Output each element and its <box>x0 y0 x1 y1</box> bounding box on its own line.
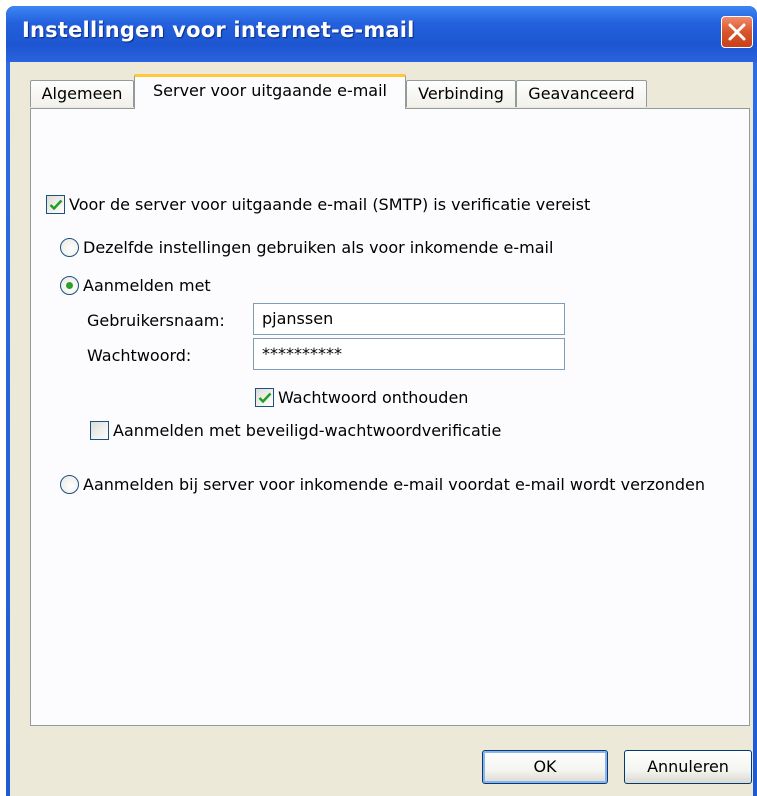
checkmark-icon <box>49 199 63 211</box>
same-settings-radio[interactable] <box>60 238 79 257</box>
smtp-auth-row[interactable]: Voor de server voor uitgaande e-mail (SM… <box>46 195 590 214</box>
remember-password-checkbox[interactable] <box>255 388 274 407</box>
password-input[interactable]: ********** <box>253 338 565 370</box>
password-label: Wachtwoord: <box>87 346 192 365</box>
username-label: Gebruikersnaam: <box>87 311 225 330</box>
close-button[interactable] <box>721 16 753 48</box>
same-settings-row[interactable]: Dezelfde instellingen gebruiken als voor… <box>60 238 553 257</box>
tab-panel-outgoing-server: Voor de server voor uitgaande e-mail (SM… <box>30 108 750 726</box>
spa-label: Aanmelden met beveiligd-wachtwoordverifi… <box>113 421 502 440</box>
login-incoming-first-row[interactable]: Aanmelden bij server voor inkomende e-ma… <box>60 475 705 494</box>
title-bar[interactable]: Instellingen voor internet-e-mail <box>6 6 757 62</box>
login-with-label: Aanmelden met <box>83 276 211 295</box>
smtp-auth-label: Voor de server voor uitgaande e-mail (SM… <box>69 195 591 214</box>
username-input[interactable]: pjanssen <box>253 303 565 335</box>
remember-password-row[interactable]: Wachtwoord onthouden <box>255 388 468 407</box>
login-with-row[interactable]: Aanmelden met <box>60 276 211 295</box>
close-icon <box>728 23 746 41</box>
remember-password-label: Wachtwoord onthouden <box>278 388 469 407</box>
login-incoming-first-radio[interactable] <box>60 475 79 494</box>
tab-outgoing-server[interactable]: Server voor uitgaande e-mail <box>134 74 406 109</box>
login-with-radio[interactable] <box>60 276 79 295</box>
ok-button[interactable]: OK <box>482 750 608 784</box>
login-incoming-first-label: Aanmelden bij server voor inkomende e-ma… <box>83 475 705 494</box>
cancel-button[interactable]: Annuleren <box>624 750 752 784</box>
tab-general[interactable]: Algemeen <box>30 80 134 107</box>
spa-checkbox[interactable] <box>90 421 109 440</box>
spa-row[interactable]: Aanmelden met beveiligd-wachtwoordverifi… <box>90 421 501 440</box>
radio-selected-dot <box>66 282 73 289</box>
checkmark-icon <box>258 392 272 404</box>
same-settings-label: Dezelfde instellingen gebruiken als voor… <box>83 238 554 257</box>
smtp-auth-checkbox[interactable] <box>46 195 65 214</box>
window-title: Instellingen voor internet-e-mail <box>22 18 415 42</box>
tab-advanced[interactable]: Geavanceerd <box>516 80 647 107</box>
tab-connection[interactable]: Verbinding <box>406 80 516 107</box>
dialog-window: Instellingen voor internet-e-mail Algeme… <box>6 6 757 796</box>
dialog-client-area: Algemeen Server voor uitgaande e-mail Ve… <box>10 62 753 796</box>
